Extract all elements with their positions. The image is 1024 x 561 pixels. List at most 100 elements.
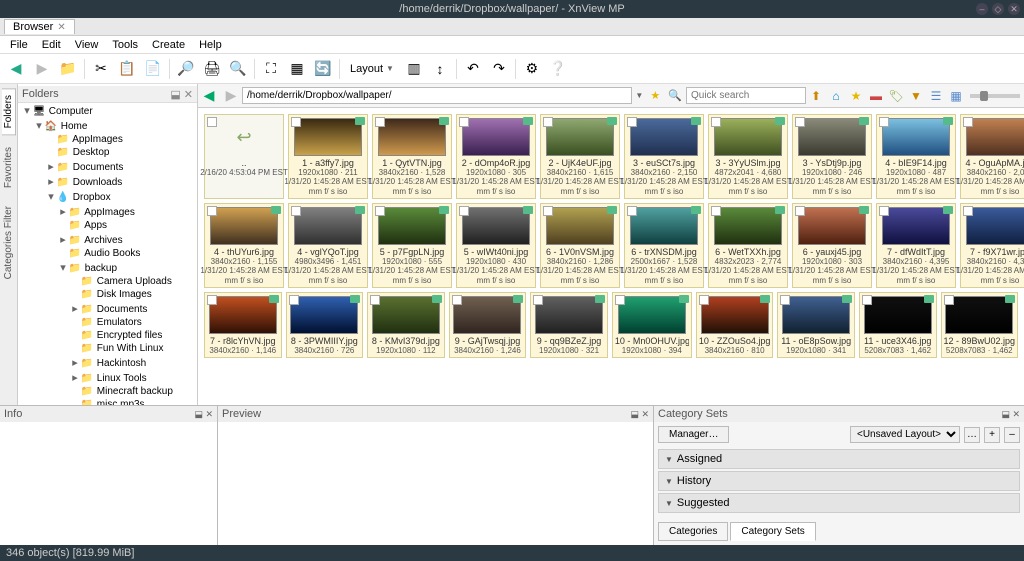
tree-item[interactable]: ▸📁 AppImages	[18, 204, 197, 219]
tab-close-icon[interactable]: ✕	[57, 22, 65, 33]
compare-icon[interactable]: ▦	[285, 57, 309, 81]
thumbnail-item[interactable]: 3 - euSCt7s.jpg3840x2160 · 2,1501/31/20 …	[624, 114, 704, 199]
menu-edit[interactable]: Edit	[36, 37, 67, 53]
thumbnail-item[interactable]: 4 - bIE9F14.jpg1920x1080 · 4871/31/20 1:…	[876, 114, 956, 199]
select-checkbox[interactable]	[543, 206, 553, 216]
view-list-icon[interactable]: ☰	[926, 89, 946, 103]
thumbnail-item[interactable]: 11 - oE8pSow.jpg1920x1080 · 341	[777, 292, 855, 358]
preview-panel-controls[interactable]: ⬓ ✕	[630, 409, 649, 420]
nav-up-icon[interactable]: ⬆	[806, 89, 826, 103]
cat-assigned[interactable]: ▼Assigned	[658, 449, 1020, 469]
tree-item[interactable]: ▸📁 Hackintosh	[18, 355, 197, 370]
select-checkbox[interactable]	[627, 117, 637, 127]
tree-item[interactable]: 📁 Apps	[18, 219, 197, 232]
thumb-size-slider[interactable]	[970, 94, 1020, 98]
window-maximize-button[interactable]: ◇	[992, 3, 1004, 15]
select-checkbox[interactable]	[207, 295, 217, 305]
menu-create[interactable]: Create	[146, 37, 191, 53]
select-checkbox[interactable]	[291, 206, 301, 216]
cat-history[interactable]: ▼History	[658, 471, 1020, 491]
up-folder-icon[interactable]: 📁	[56, 57, 80, 81]
filter-dropdown-icon[interactable]: ▼	[906, 89, 926, 103]
tab-category-sets[interactable]: Category Sets	[730, 522, 815, 541]
cut-icon[interactable]: ✂	[89, 57, 113, 81]
select-checkbox[interactable]	[207, 117, 217, 127]
thumbnail-item[interactable]: 11 - uce3X46.jpg5208x7083 · 1,462	[859, 292, 937, 358]
thumbnail-item[interactable]: 1 - QytVTN.jpg3840x2160 · 1,5281/31/20 1…	[372, 114, 452, 199]
back-icon[interactable]: ◀	[4, 57, 28, 81]
settings-icon[interactable]: ⚙	[520, 57, 544, 81]
select-checkbox[interactable]	[452, 295, 462, 305]
tree-item[interactable]: 📁 Desktop	[18, 146, 197, 159]
view-thumbs-icon[interactable]: ▦	[946, 89, 966, 103]
menu-help[interactable]: Help	[193, 37, 228, 53]
thumbnail-item[interactable]: 3 - 3YyUSlm.jpg4872x2041 · 4,6801/31/20 …	[708, 114, 788, 199]
tree-item[interactable]: ▸📁 Documents	[18, 301, 197, 316]
layout-dropdown[interactable]: Layout ▼	[344, 57, 400, 81]
tree-item[interactable]: ▾💧 Dropbox	[18, 189, 197, 204]
thumbnail-item[interactable]: 4 - OguApMA.jpg3840x2160 · 2,0301/31/20 …	[960, 114, 1024, 199]
print-icon[interactable]: 🖨	[200, 57, 224, 81]
select-checkbox[interactable]	[944, 295, 954, 305]
tree-item[interactable]: 📁 Minecraft backup	[18, 385, 197, 398]
select-checkbox[interactable]	[615, 295, 625, 305]
path-dropdown-icon[interactable]: ▼	[632, 91, 646, 100]
filter-rating-icon[interactable]: ★	[846, 89, 866, 103]
tree-item[interactable]: 📁 Disk Images	[18, 288, 197, 301]
info-panel-controls[interactable]: ⬓ ✕	[194, 409, 213, 420]
thumbnail-item[interactable]: 3 - YsDtj9p.jpg1920x1080 · 2461/31/20 1:…	[792, 114, 872, 199]
favorite-star-icon[interactable]: ★	[646, 89, 664, 102]
sidetab-folders[interactable]: Folders	[2, 88, 16, 135]
tree-item[interactable]: 📁 Fun With Linux	[18, 342, 197, 355]
select-checkbox[interactable]	[963, 117, 973, 127]
tree-item[interactable]: ▸📁 Documents	[18, 159, 197, 174]
thumbnail-item[interactable]: 6 - 1V0nVSM.jpg3840x2160 · 1,2861/31/20 …	[540, 203, 620, 288]
select-checkbox[interactable]	[879, 117, 889, 127]
select-checkbox[interactable]	[711, 117, 721, 127]
thumbnail-item[interactable]: 6 - WetTXXh.jpg4832x2023 · 2,7741/31/20 …	[708, 203, 788, 288]
select-checkbox[interactable]	[711, 206, 721, 216]
menu-view[interactable]: View	[69, 37, 105, 53]
window-minimize-button[interactable]: –	[976, 3, 988, 15]
thumbnail-item[interactable]: 2 - UjK4eUF.jpg3840x2160 · 1,6151/31/20 …	[540, 114, 620, 199]
tree-item[interactable]: ▸📁 Linux Tools	[18, 370, 197, 385]
select-checkbox[interactable]	[963, 206, 973, 216]
thumbnail-item[interactable]: 5 - wIWt40ni.jpg1920x1080 · 4301/31/20 1…	[456, 203, 536, 288]
select-checkbox[interactable]	[370, 295, 380, 305]
select-checkbox[interactable]	[291, 117, 301, 127]
help-icon[interactable]: ❔	[546, 57, 570, 81]
select-checkbox[interactable]	[459, 206, 469, 216]
layout-add-button[interactable]: +	[984, 427, 1000, 443]
folder-tree[interactable]: Folders ⬓ ✕ ▾🖥 Computer▾🏠 Home📁 AppImage…	[18, 84, 198, 405]
tab-categories[interactable]: Categories	[658, 522, 728, 541]
rotate-right-icon[interactable]: ↷	[487, 57, 511, 81]
paste-icon[interactable]: 📄	[141, 57, 165, 81]
select-checkbox[interactable]	[375, 206, 385, 216]
select-checkbox[interactable]	[543, 117, 553, 127]
manager-button[interactable]: Manager…	[658, 426, 729, 443]
tree-item[interactable]: 📁 Camera Uploads	[18, 275, 197, 288]
path-input[interactable]	[242, 87, 632, 104]
tag-icon[interactable]: 🏷	[886, 89, 906, 103]
quick-search-input[interactable]	[686, 87, 806, 104]
nav-home-icon[interactable]: ⌂	[826, 89, 846, 103]
select-checkbox[interactable]	[459, 117, 469, 127]
tree-item[interactable]: 📁 misc mp3s	[18, 398, 197, 405]
thumbnail-item[interactable]: 8 - 3PWMIIIY.jpg3840x2160 · 726	[286, 292, 364, 358]
tree-item[interactable]: 📁 Encrypted files	[18, 329, 197, 342]
zoom-icon[interactable]: 🔍	[226, 57, 250, 81]
tree-item[interactable]: ▾🏠 Home	[18, 118, 197, 133]
thumbnail-item[interactable]: 7 - f9X71wr.jpg3840x2160 · 4,3351/31/20 …	[960, 203, 1024, 288]
select-checkbox[interactable]	[207, 206, 217, 216]
select-checkbox[interactable]	[627, 206, 637, 216]
cat-suggested[interactable]: ▼Suggested	[658, 493, 1020, 513]
thumbnail-item[interactable]: 4 - thUYur6.jpg3840x2160 · 1,1551/31/20 …	[204, 203, 284, 288]
layout-remove-button[interactable]: –	[1004, 427, 1020, 443]
thumbnail-item[interactable]: 7 - r8lcYhVN.jpg3840x2160 · 1,146	[204, 292, 282, 358]
path-forward-icon[interactable]: ▶	[220, 87, 242, 104]
thumbnail-item[interactable]: 9 - GAjTwsqj.jpg3840x2160 · 1,246	[449, 292, 527, 358]
thumbnail-item[interactable]: 5 - p7FgpLN.jpg1920x1080 · 5551/31/20 1:…	[372, 203, 452, 288]
tree-item[interactable]: ▾🖥 Computer	[18, 103, 197, 118]
window-close-button[interactable]: ✕	[1008, 3, 1020, 15]
parent-dir-item[interactable]: ↩..2/16/20 4:53:04 PM EST	[204, 114, 284, 199]
